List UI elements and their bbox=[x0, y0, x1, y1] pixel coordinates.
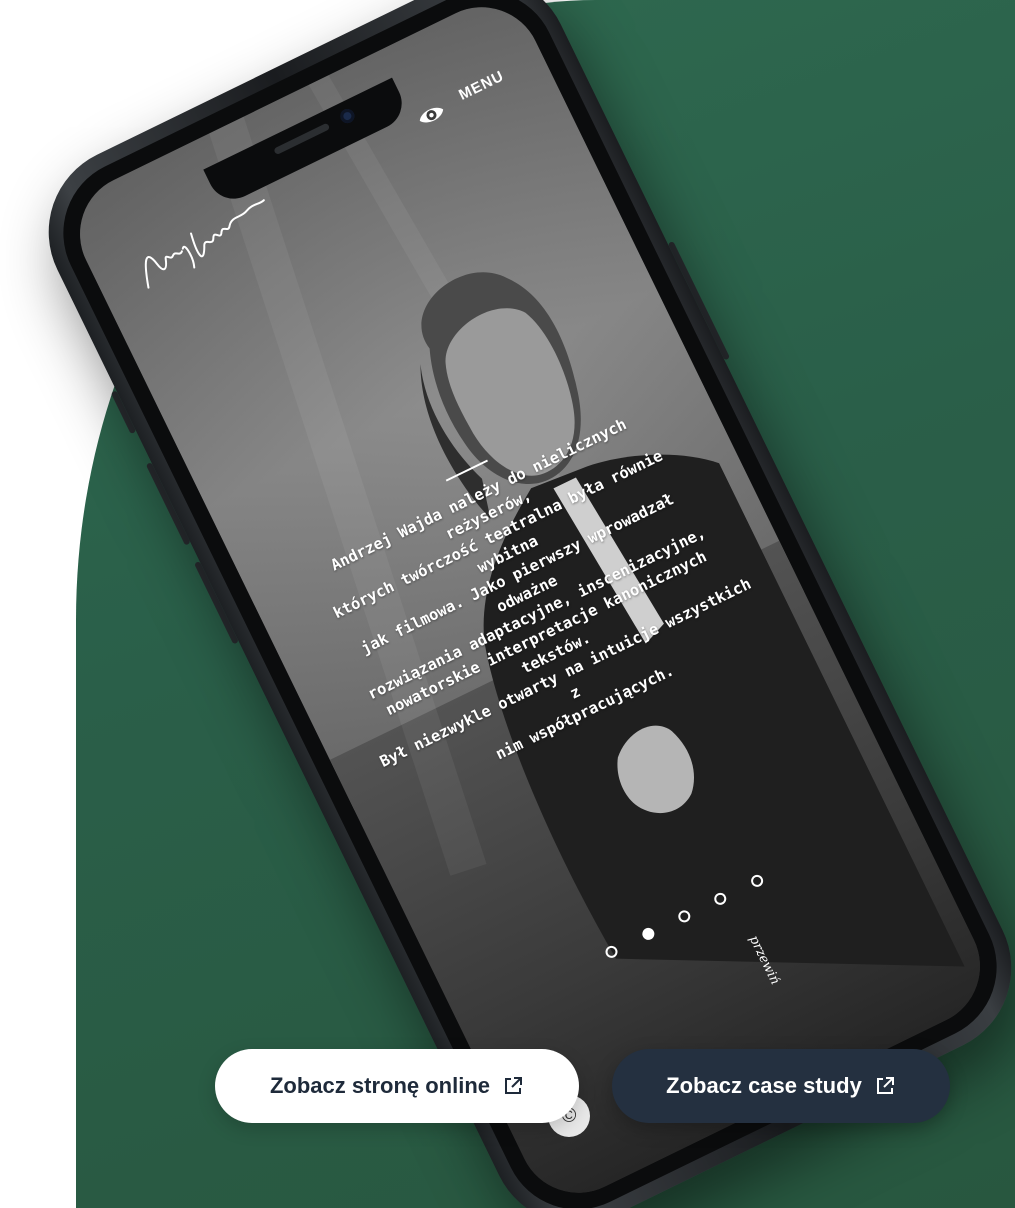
view-site-online-label: Zobacz stronę online bbox=[269, 1073, 491, 1098]
slider-dot-active[interactable] bbox=[639, 926, 656, 943]
view-case-study-label: Zobacz case study bbox=[666, 1073, 862, 1098]
stage: MENU Andrzej Wajda należy do nielicznych… bbox=[0, 0, 1015, 1208]
external-link-icon bbox=[502, 1075, 524, 1097]
front-camera bbox=[338, 106, 357, 126]
external-link-icon bbox=[874, 1075, 896, 1097]
slider-dot[interactable] bbox=[749, 872, 766, 889]
view-site-online-button[interactable]: Zobacz stronę online bbox=[215, 1049, 579, 1123]
slider-dot[interactable] bbox=[676, 908, 693, 925]
slider-dot[interactable] bbox=[712, 890, 729, 907]
view-case-study-button[interactable]: Zobacz case study bbox=[612, 1049, 950, 1123]
slider-dot[interactable] bbox=[603, 943, 620, 960]
menu-button[interactable]: MENU bbox=[456, 67, 507, 103]
